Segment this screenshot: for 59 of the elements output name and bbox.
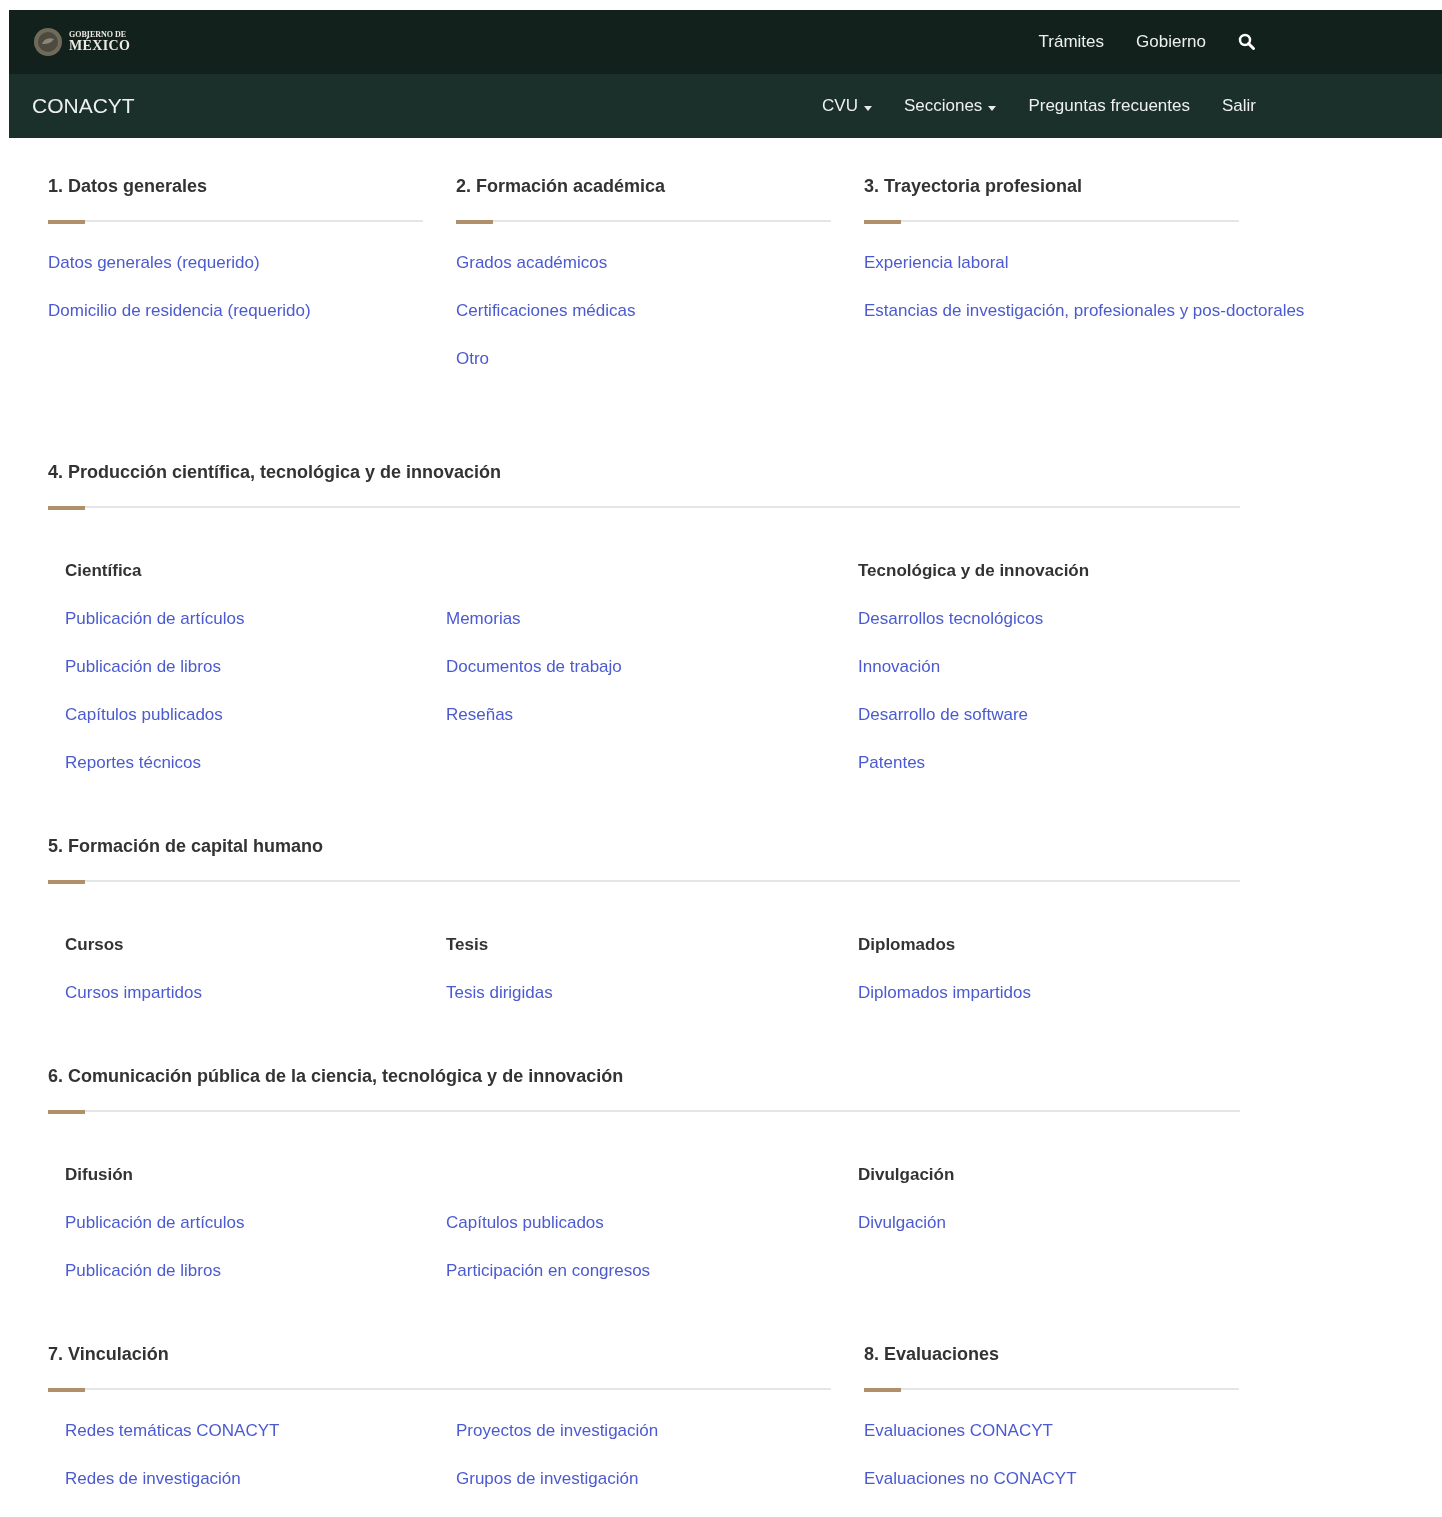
section-link[interactable]: Evaluaciones CONACYT: [864, 1420, 1053, 1442]
section-link[interactable]: Patentes: [858, 752, 926, 774]
section-link[interactable]: Cursos impartidos: [65, 982, 202, 1004]
section-link[interactable]: Reportes técnicos: [65, 752, 202, 774]
section-link[interactable]: Domicilio de residencia (requerido): [48, 300, 311, 322]
brand-name: CONACYT: [32, 93, 135, 120]
section-link[interactable]: Evaluaciones no CONACYT: [864, 1468, 1077, 1490]
section-link[interactable]: Publicación de libros: [65, 1260, 221, 1282]
top-link[interactable]: Trámites: [1038, 29, 1105, 55]
nav-link[interactable]: Salir: [1222, 93, 1256, 119]
section-link[interactable]: Memorias: [446, 608, 521, 630]
section-link[interactable]: Proyectos de investigación: [456, 1420, 659, 1442]
group-heading: Tecnológica y de innovación: [858, 560, 1091, 582]
logo-text: GOBIERNO DE MÉXICO: [69, 31, 131, 53]
section-link[interactable]: Publicación de artículos: [65, 608, 245, 630]
caret-icon: [863, 105, 872, 111]
group-heading: Difusión: [65, 1164, 134, 1186]
section-link[interactable]: Tesis dirigidas: [446, 982, 553, 1004]
top-link[interactable]: Gobierno: [1136, 29, 1206, 55]
section-title: 3. Trayectoria profesional: [864, 175, 1084, 198]
group-heading: Divulgación: [858, 1164, 956, 1186]
section-title: 4. Producción científica, tecnológica y de innovación: [48, 461, 503, 484]
section-link[interactable]: Desarrollos tecnológicos: [858, 608, 1044, 630]
section-link[interactable]: Innovación: [858, 656, 941, 678]
search-icon[interactable]: [1238, 33, 1256, 51]
section-title: 5. Formación de capital humano: [48, 835, 325, 858]
section-link[interactable]: Grupos de investigación: [456, 1468, 639, 1490]
section-link[interactable]: Publicación de libros: [65, 656, 221, 678]
nav-link[interactable]: Secciones: [903, 93, 997, 119]
section-link[interactable]: Participación en congresos: [446, 1260, 651, 1282]
section-link[interactable]: Reseñas: [446, 704, 514, 726]
emblem-icon: [33, 27, 63, 57]
section-title: 7. Vinculación: [48, 1343, 170, 1366]
nav-link[interactable]: Preguntas frecuentes: [1028, 93, 1190, 119]
section-title: 2. Formación académica: [456, 175, 667, 198]
section-link[interactable]: Estancias de investigación, profesionales y pos-doctorales: [864, 300, 1305, 322]
section-link[interactable]: Grados académicos: [456, 252, 608, 274]
nav-link[interactable]: CVU: [822, 93, 872, 119]
caret-icon: [988, 105, 997, 111]
section-link[interactable]: Otro: [456, 348, 490, 370]
section-title: 6. Comunicación pública de la ciencia, tecnológica y de innovación: [48, 1065, 625, 1088]
section-link[interactable]: Divulgación: [858, 1212, 946, 1234]
section-link[interactable]: Diplomados impartidos: [858, 982, 1031, 1004]
group-heading: Tesis: [446, 934, 490, 956]
group-heading: Cursos: [65, 934, 125, 956]
section-link[interactable]: Datos generales (requerido): [48, 252, 260, 274]
section-link[interactable]: Certificaciones médicas: [456, 300, 636, 322]
section-link[interactable]: Redes temáticas CONACYT: [65, 1420, 280, 1442]
group-heading: Científica: [65, 560, 143, 582]
section-link[interactable]: Experiencia laboral: [864, 252, 1009, 274]
section-link[interactable]: Capítulos publicados: [65, 704, 223, 726]
section-link[interactable]: Documentos de trabajo: [446, 656, 622, 678]
section-link[interactable]: Publicación de artículos: [65, 1212, 245, 1234]
section-title: 8. Evaluaciones: [864, 1343, 1001, 1366]
section-link[interactable]: Capítulos publicados: [446, 1212, 604, 1234]
section-title: 1. Datos generales: [48, 175, 209, 198]
section-link[interactable]: Redes de investigación: [65, 1468, 241, 1490]
section-link[interactable]: Desarrollo de software: [858, 704, 1029, 726]
group-heading: Diplomados: [858, 934, 957, 956]
